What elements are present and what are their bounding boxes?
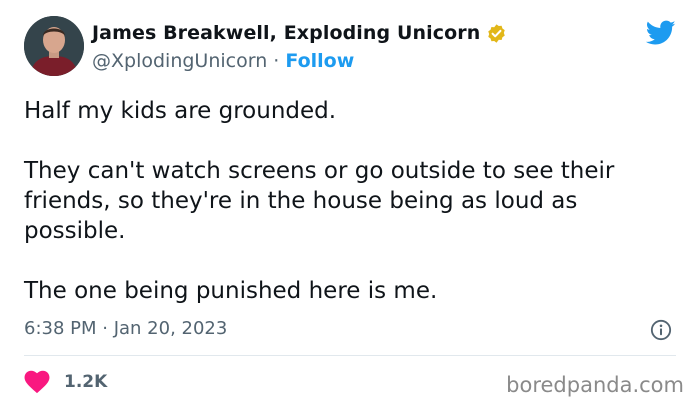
watermark: boredpanda.com bbox=[506, 373, 684, 397]
author-display-name[interactable]: James Breakwell, Exploding Unicorn bbox=[92, 22, 480, 44]
info-icon[interactable] bbox=[650, 319, 672, 341]
handle-separator: · bbox=[273, 50, 280, 72]
likes-row: 1.2K bbox=[24, 370, 107, 394]
author-name-row: James Breakwell, Exploding Unicorn bbox=[92, 22, 507, 44]
author-handle-row: @XplodingUnicorn · Follow bbox=[92, 50, 354, 72]
tweet-paragraph: Half my kids are grounded. bbox=[24, 98, 337, 124]
divider bbox=[24, 355, 676, 356]
tweet-paragraph: The one being punished here is me. bbox=[24, 278, 438, 304]
heart-icon[interactable] bbox=[24, 370, 50, 394]
follow-button[interactable]: Follow bbox=[285, 50, 354, 72]
tweet-timestamp[interactable]: 6:38 PM · Jan 20, 2023 bbox=[24, 318, 227, 339]
verified-badge-icon bbox=[486, 23, 507, 44]
tweet-paragraph: They can't watch screens or go outside t… bbox=[24, 158, 615, 244]
author-handle[interactable]: @XplodingUnicorn bbox=[92, 50, 267, 72]
tweet-text: Half my kids are grounded. They can't wa… bbox=[24, 96, 684, 306]
twitter-bird-icon[interactable] bbox=[645, 20, 676, 46]
like-count[interactable]: 1.2K bbox=[64, 372, 107, 392]
avatar[interactable] bbox=[24, 16, 84, 76]
